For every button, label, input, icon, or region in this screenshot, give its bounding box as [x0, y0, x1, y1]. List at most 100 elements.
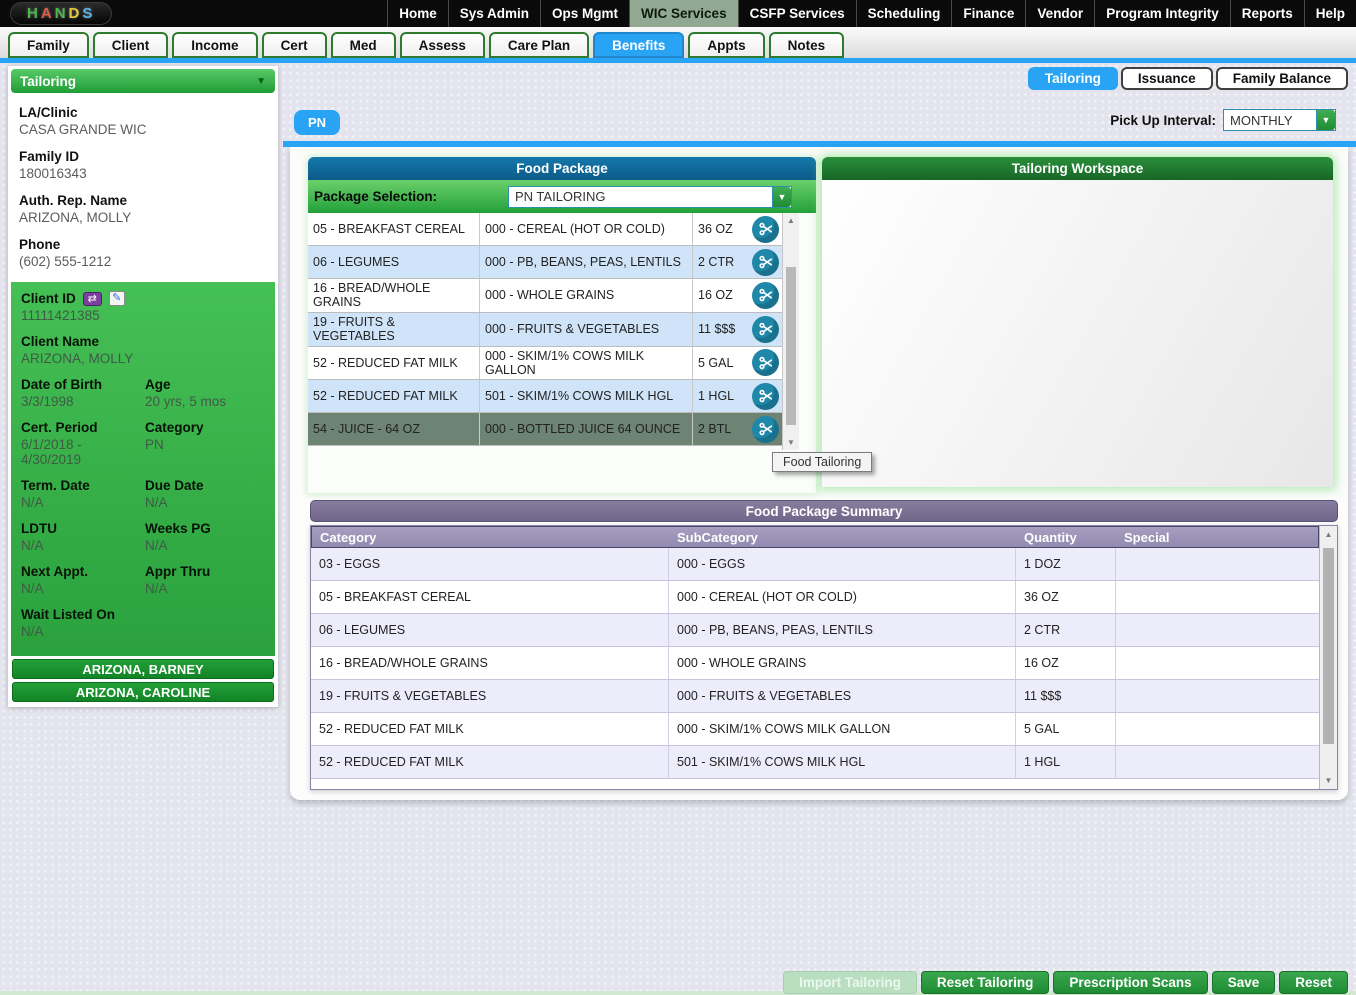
scrollbar-thumb[interactable]: [1323, 548, 1334, 744]
food-package-row[interactable]: 54 - JUICE - 64 OZ 000 - BOTTLED JUICE 6…: [308, 413, 782, 447]
food-package-title: Food Package: [308, 157, 816, 180]
client-detail-field: Next Appt. N/A: [21, 564, 141, 596]
family-member-button[interactable]: ARIZONA, BARNEY: [12, 659, 274, 679]
client-detail-value: N/A: [21, 624, 44, 639]
module-tab[interactable]: Client: [92, 32, 169, 58]
sidebar-section-dropdown[interactable]: Tailoring ▼: [11, 69, 275, 93]
food-package-row[interactable]: 05 - BREAKFAST CEREAL 000 - CEREAL (HOT …: [308, 213, 782, 246]
module-tab[interactable]: Appts: [688, 32, 765, 58]
food-subcategory-cell: 000 - PB, BEANS, PEAS, LENTILS: [479, 246, 692, 278]
top-nav-item[interactable]: Scheduling: [855, 0, 952, 27]
module-tab[interactable]: Benefits: [593, 32, 685, 58]
family-member-name: ARIZONA, BARNEY: [82, 661, 204, 677]
food-package-row[interactable]: 16 - BREAD/WHOLE GRAINS 000 - WHOLE GRAI…: [308, 279, 782, 313]
summary-quantity-cell: 11 $$$: [1015, 680, 1115, 712]
edit-note-icon[interactable]: ✎: [108, 291, 125, 306]
package-selection-value: PN TAILORING: [515, 189, 606, 204]
client-detail-label: Date of Birth: [21, 377, 102, 392]
top-nav-item[interactable]: Help: [1303, 0, 1356, 27]
module-tab[interactable]: Notes: [768, 32, 845, 58]
top-nav-item[interactable]: Program Integrity: [1094, 0, 1230, 27]
summary-column-header[interactable]: SubCategory: [669, 530, 1016, 545]
summary-special-cell: [1115, 680, 1319, 712]
top-nav-item[interactable]: Vendor: [1025, 0, 1094, 27]
summary-quantity-cell: 16 OZ: [1015, 647, 1115, 679]
chevron-down-icon[interactable]: ▼: [1316, 110, 1335, 130]
food-tailoring-button[interactable]: [752, 415, 779, 443]
module-tab[interactable]: Family: [8, 32, 89, 58]
food-package-scrollbar[interactable]: ▲ ▼: [782, 213, 799, 450]
top-nav-bar: HANDS Home Sys Admin Ops Mgmt WIC Services C…: [0, 0, 1356, 27]
food-package-row[interactable]: 06 - LEGUMES 000 - PB, BEANS, PEAS, LENT…: [308, 246, 782, 279]
package-selection-select[interactable]: PN TAILORING ▼: [508, 185, 792, 208]
food-subcategory-cell: 000 - FRUITS & VEGETABLES: [479, 312, 692, 346]
summary-column-header[interactable]: Category: [312, 530, 669, 545]
summary-column-header[interactable]: Quantity: [1016, 530, 1116, 545]
module-tab[interactable]: Cert: [261, 32, 327, 58]
chevron-down-icon[interactable]: ▼: [772, 186, 791, 207]
benefit-view-tab[interactable]: Tailoring: [1027, 67, 1118, 90]
summary-column-header[interactable]: Special: [1116, 530, 1318, 545]
module-tab[interactable]: Assess: [399, 32, 485, 58]
footer-action-button[interactable]: Save: [1211, 971, 1276, 994]
food-quantity-cell: 11 $$$: [692, 312, 749, 346]
top-nav-item[interactable]: Ops Mgmt: [540, 0, 629, 27]
client-detail-field: Age 20 yrs, 5 mos: [145, 377, 265, 409]
sidebar-field-value: CASA GRANDE WIC: [19, 122, 147, 137]
scroll-up-icon[interactable]: ▲: [783, 216, 799, 225]
footer-action-button[interactable]: Prescription Scans: [1053, 971, 1208, 994]
module-tab[interactable]: Med: [330, 32, 396, 58]
logo-letter: A: [40, 5, 55, 22]
top-nav-item[interactable]: Sys Admin: [447, 0, 540, 27]
food-tailoring-button[interactable]: [752, 215, 779, 243]
scroll-up-icon[interactable]: ▲: [1320, 530, 1337, 539]
client-id-label: Client ID: [21, 291, 76, 306]
blue-divider-content: [283, 141, 1356, 147]
scrollbar-thumb[interactable]: [786, 267, 796, 425]
scissors-icon: [758, 255, 772, 269]
scissors-icon: [758, 389, 772, 403]
food-package-summary-title: Food Package Summary: [310, 500, 1338, 522]
top-nav-item[interactable]: Home: [387, 0, 448, 27]
sidebar-field-label: LA/Clinic: [19, 105, 78, 120]
benefit-view-tab-label: Issuance: [1137, 71, 1196, 86]
top-nav-item[interactable]: WIC Services: [629, 0, 738, 27]
top-nav-item[interactable]: CSFP Services: [737, 0, 856, 27]
sidebar-field-label: Auth. Rep. Name: [19, 193, 128, 208]
food-tailoring-button[interactable]: [752, 281, 779, 309]
food-package-row[interactable]: 52 - REDUCED FAT MILK 000 - SKIM/1% COWS…: [308, 346, 782, 381]
scroll-down-icon[interactable]: ▼: [783, 438, 799, 447]
food-tailoring-button[interactable]: [752, 382, 779, 410]
summary-scrollbar[interactable]: ▲ ▼: [1319, 526, 1337, 789]
scroll-down-icon[interactable]: ▼: [1320, 776, 1337, 785]
summary-row: 05 - BREAKFAST CEREAL 000 - CEREAL (HOT …: [311, 581, 1319, 614]
top-nav-item[interactable]: Reports: [1229, 0, 1304, 27]
footer-action-button[interactable]: Reset Tailoring: [920, 971, 1050, 994]
food-tailoring-button[interactable]: [752, 315, 779, 343]
sidebar-field-label: Phone: [19, 237, 61, 252]
food-package-panel: Food Package Package Selection: PN TAILO…: [308, 157, 816, 493]
food-category-cell: 06 - LEGUMES: [313, 254, 400, 269]
food-category-cell: 19 - FRUITS & VEGETABLES: [313, 314, 395, 344]
client-detail-field: Category PN: [145, 420, 265, 467]
top-nav-item-label: WIC Services: [641, 6, 727, 21]
module-tab[interactable]: Income: [172, 32, 258, 58]
module-tab[interactable]: Care Plan: [488, 32, 590, 58]
top-nav-item[interactable]: Finance: [951, 0, 1025, 27]
scissors-icon: [758, 356, 772, 370]
summary-subcategory-cell: 000 - PB, BEANS, PEAS, LENTILS: [668, 614, 1015, 646]
family-member-button[interactable]: ARIZONA, CAROLINE: [12, 682, 274, 702]
food-package-row[interactable]: 19 - FRUITS & VEGETABLES 000 - FRUITS & …: [308, 312, 782, 347]
benefit-view-tabs: Tailoring Issuance Family Balance: [1027, 67, 1348, 90]
switch-client-icon[interactable]: ⇄: [82, 291, 102, 306]
benefit-view-tab[interactable]: Family Balance: [1215, 67, 1348, 90]
benefit-view-tab-label: Tailoring: [1044, 71, 1101, 86]
food-package-row[interactable]: 52 - REDUCED FAT MILK 501 - SKIM/1% COWS…: [308, 380, 782, 414]
footer-action-button[interactable]: Reset: [1279, 971, 1348, 994]
category-pn-badge[interactable]: PN: [294, 110, 340, 135]
food-tailoring-button[interactable]: [752, 349, 779, 377]
pickup-interval-select[interactable]: MONTHLY ▼: [1223, 109, 1336, 131]
benefit-view-tab[interactable]: Issuance: [1120, 67, 1213, 90]
summary-category-cell: 52 - REDUCED FAT MILK: [319, 722, 464, 736]
food-tailoring-button[interactable]: [752, 248, 779, 276]
